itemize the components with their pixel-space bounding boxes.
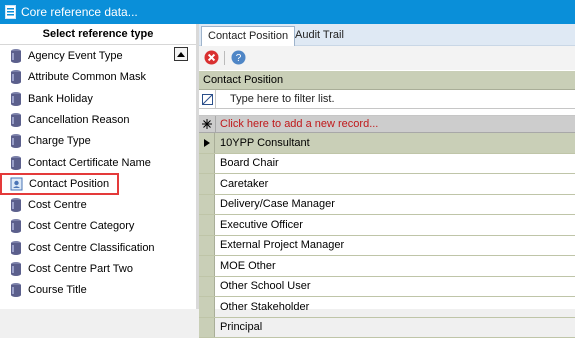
row-indicator	[199, 297, 215, 317]
tab-contact-position[interactable]: Contact Position	[201, 26, 295, 46]
row-value: 10YPP Consultant	[215, 137, 310, 149]
row-indicator	[199, 133, 215, 153]
reference-type-label: Cost Centre Classification	[28, 242, 155, 254]
row-value: Delivery/Case Manager	[215, 198, 335, 210]
new-record-row[interactable]: Click here to add a new record...	[199, 116, 575, 133]
database-icon	[9, 240, 23, 256]
table-row[interactable]: Delivery/Case Manager	[199, 195, 575, 216]
row-value: MOE Other	[215, 260, 276, 272]
tab-strip: Contact Position Audit Trail	[199, 24, 575, 46]
row-indicator	[199, 256, 215, 276]
help-icon[interactable]: ?	[231, 50, 246, 65]
toolbar-separator	[224, 51, 225, 65]
reference-type-item[interactable]: Agency Event Type	[0, 46, 190, 66]
filter-input[interactable]: Type here to filter list.	[216, 93, 335, 105]
database-icon	[9, 91, 23, 107]
detail-panel: Contact Position Audit Trail ? Contact P…	[199, 24, 575, 309]
svg-text:?: ?	[236, 53, 242, 64]
reference-type-item[interactable]: Bank Holiday	[0, 89, 190, 109]
reference-type-item[interactable]: Cost Centre Part Two	[0, 259, 190, 279]
reference-type-label: Contact Certificate Name	[28, 157, 151, 169]
grid-spacer	[199, 109, 575, 116]
reference-type-label: Charge Type	[28, 135, 91, 147]
toolbar: ?	[199, 46, 575, 70]
row-indicator	[199, 195, 215, 215]
window-title: Core reference data...	[21, 5, 138, 19]
reference-type-item[interactable]: Cost Centre Category	[0, 216, 190, 236]
grid-caption: Contact Position	[199, 71, 575, 90]
database-icon	[9, 282, 23, 298]
reference-type-item[interactable]: Cost Centre Classification	[0, 238, 190, 258]
delete-icon[interactable]	[204, 50, 219, 65]
reference-type-label: Agency Event Type	[28, 50, 123, 62]
database-icon	[9, 133, 23, 149]
reference-type-item[interactable]: Attribute Common Mask	[0, 67, 190, 87]
filter-icon	[202, 94, 213, 105]
table-row[interactable]: Other School User	[199, 277, 575, 298]
reference-type-item[interactable]: Contact Certificate Name	[0, 153, 190, 173]
tab-audit-trail[interactable]: Audit Trail	[289, 26, 350, 45]
table-row[interactable]: Executive Officer	[199, 215, 575, 236]
filter-row[interactable]: Type here to filter list.	[199, 90, 575, 109]
row-value: Other Stakeholder	[215, 301, 309, 313]
reference-type-label: Bank Holiday	[28, 93, 93, 105]
reference-type-label: Attribute Common Mask	[28, 71, 146, 83]
database-icon	[9, 48, 23, 64]
row-indicator	[199, 174, 215, 194]
contact-position-icon	[10, 176, 24, 192]
reference-type-item[interactable]: Cancellation Reason	[0, 110, 190, 130]
app-icon	[5, 5, 16, 19]
row-value: Board Chair	[215, 157, 279, 169]
table-row[interactable]: 10YPP Consultant	[199, 133, 575, 154]
database-icon	[9, 261, 23, 277]
contact-position-grid: Contact Position Type here to filter lis…	[199, 71, 575, 338]
reference-type-label: Cost Centre Category	[28, 220, 134, 232]
database-icon	[9, 155, 23, 171]
current-row-arrow-icon	[204, 139, 210, 147]
reference-type-item[interactable]: Course Title	[0, 280, 190, 300]
row-value: Principal	[215, 321, 262, 333]
row-indicator	[199, 154, 215, 174]
row-value: Other School User	[215, 280, 310, 292]
database-icon	[9, 112, 23, 128]
database-icon	[9, 218, 23, 234]
table-row[interactable]: Board Chair	[199, 154, 575, 175]
reference-type-label: Cancellation Reason	[28, 114, 130, 126]
table-row[interactable]: Principal	[199, 318, 575, 338]
reference-type-item[interactable]: Cost Centre	[0, 195, 190, 215]
table-row[interactable]: Caretaker	[199, 174, 575, 195]
row-value: Executive Officer	[215, 219, 303, 231]
row-value: External Project Manager	[215, 239, 344, 251]
reference-type-label: Contact Position	[29, 178, 109, 190]
row-indicator	[199, 215, 215, 235]
row-indicator	[199, 318, 215, 338]
reference-type-label: Cost Centre	[28, 199, 87, 211]
panel-header: Select reference type	[0, 24, 196, 45]
reference-type-label: Cost Centre Part Two	[28, 263, 133, 275]
new-record-link[interactable]: Click here to add a new record...	[216, 118, 378, 130]
reference-type-label: Course Title	[28, 284, 87, 296]
new-record-cell	[199, 116, 216, 132]
row-indicator	[199, 236, 215, 256]
table-row[interactable]: Other Stakeholder	[199, 297, 575, 318]
reference-type-item[interactable]: Contact Position	[1, 174, 118, 194]
reference-type-panel: Select reference type Agency Event Type A…	[0, 24, 196, 309]
row-value: Caretaker	[215, 178, 268, 190]
asterisk-icon	[202, 119, 212, 129]
reference-type-item[interactable]: Charge Type	[0, 131, 190, 151]
table-row[interactable]: MOE Other	[199, 256, 575, 277]
filter-cell	[199, 90, 216, 108]
title-bar: Core reference data...	[0, 0, 575, 24]
grid-rows: 10YPP Consultant Board Chair Caretaker Deli…	[199, 133, 575, 338]
row-indicator	[199, 277, 215, 297]
database-icon	[9, 69, 23, 85]
table-row[interactable]: External Project Manager	[199, 236, 575, 257]
database-icon	[9, 197, 23, 213]
